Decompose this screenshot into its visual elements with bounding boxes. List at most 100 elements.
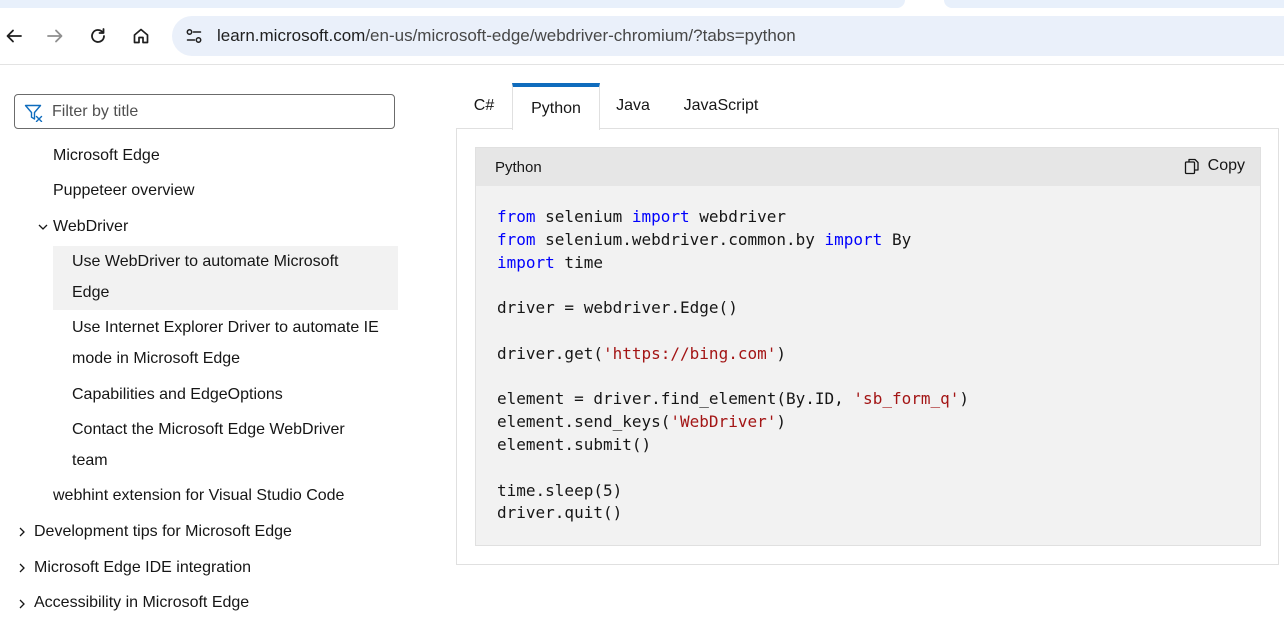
code-text: element.submit() [497, 434, 652, 454]
tab-javascript[interactable]: JavaScript [666, 83, 776, 129]
toc-item-accessibility[interactable]: Accessibility in Microsoft Edge [34, 587, 249, 618]
tab-python[interactable]: Python [512, 83, 600, 130]
code-text: selenium.webdriver.common.by [535, 229, 825, 249]
code-keyword: from [497, 207, 536, 226]
code-line: driver.get('https://bing.com') [497, 343, 969, 366]
toc-item-label: Accessibility in Microsoft Edge [34, 594, 250, 611]
toc-item-webdriver[interactable]: WebDriver [53, 211, 128, 242]
tab-label: Python [531, 99, 581, 117]
chevron-right-icon[interactable] [17, 562, 27, 574]
toc-item-webhint[interactable]: webhint extension for Visual Studio Code [53, 480, 344, 511]
code-line: from selenium.webdriver.common.by import… [497, 229, 969, 252]
home-icon [133, 28, 149, 44]
browser-tab-strip [0, 0, 1284, 8]
toc-item-development-tips[interactable]: Development tips for Microsoft Edge [34, 516, 292, 547]
code-text: driver.quit() [497, 503, 623, 523]
back-button[interactable] [0, 22, 28, 50]
chevron-right-icon[interactable] [17, 598, 27, 610]
forward-button[interactable] [41, 22, 69, 50]
code-text: ) [776, 343, 786, 363]
site-info-icon[interactable] [182, 24, 206, 48]
reload-icon [91, 28, 105, 43]
toc-item-label: Microsoft Edge IDE integration [34, 559, 251, 576]
toc-item-puppeteer-overview[interactable]: Puppeteer overview [53, 175, 194, 206]
code-text: driver.get( [497, 343, 603, 363]
url-host: learn.microsoft.com [217, 26, 366, 45]
filter-input[interactable] [52, 100, 382, 124]
code-block-header: Python Copy [476, 148, 1260, 186]
chevron-right-icon[interactable] [17, 526, 27, 538]
code-line: element.send_keys('WebDriver') [497, 411, 969, 434]
code-text: time.sleep(5) [497, 480, 623, 500]
reload-button[interactable] [84, 22, 112, 50]
toc-item-label: Capabilities and EdgeOptions [72, 386, 283, 403]
chevron-down-icon[interactable] [37, 222, 49, 232]
filter-icon [24, 104, 43, 122]
toc-item-label: WebDriver [53, 218, 129, 235]
code-keyword: from [497, 229, 536, 249]
toc-item-label-line2: mode in Microsoft Edge [72, 350, 241, 367]
toc-item-label: Microsoft Edge [53, 147, 160, 164]
browser-toolbar: learn.microsoft.com/en-us/microsoft-edge… [0, 8, 1284, 65]
address-bar[interactable]: learn.microsoft.com/en-us/microsoft-edge… [172, 16, 1284, 56]
arrow-left-icon [6, 29, 22, 43]
code-text: driver = webdriver.Edge() [497, 298, 738, 318]
url-text[interactable]: learn.microsoft.com/en-us/microsoft-edge… [217, 26, 796, 46]
code-line: import time [497, 252, 969, 275]
code-string: 'https://bing.com' [602, 343, 777, 363]
tab-label: C# [473, 97, 495, 114]
code-text: By [882, 229, 912, 249]
toc-item-label-line2: Edge [72, 284, 110, 301]
code-line: driver.quit() [497, 502, 969, 525]
code-keyword: import [497, 252, 555, 272]
code-content[interactable]: from selenium import webdriver from selen… [497, 206, 969, 525]
code-line: from selenium import webdriver [497, 206, 969, 229]
url-path: /en-us/microsoft-edge/webdriver-chromium… [365, 26, 796, 45]
toc-item-ide-integration[interactable]: Microsoft Edge IDE integration [34, 552, 251, 583]
toc-item-label: webhint extension for Visual Studio Code [53, 487, 345, 504]
code-string: 'sb_form_q' [853, 389, 960, 409]
copy-icon [1184, 158, 1199, 174]
browser-tab[interactable] [0, 0, 905, 8]
code-keyword: import [824, 229, 883, 249]
code-line: driver = webdriver.Edge() [497, 297, 969, 320]
home-button[interactable] [127, 22, 155, 50]
code-text: element.send_keys( [497, 412, 671, 432]
browser-tab[interactable] [944, 0, 1284, 8]
toc-item-ie-driver[interactable]: Use Internet Explorer Driver to automate… [72, 312, 379, 374]
tab-label: Java [616, 97, 650, 114]
toc-item-use-webdriver-active[interactable]: Use WebDriver to automate Microsoft Edge [53, 246, 398, 310]
code-line: element = driver.find_element(By.ID, 'sb… [497, 388, 969, 411]
tab-csharp[interactable]: C# [456, 83, 512, 129]
code-keyword: import [631, 207, 690, 226]
code-string: 'WebDriver' [670, 412, 777, 432]
code-line: time.sleep(5) [497, 480, 969, 503]
toc-item-capabilities[interactable]: Capabilities and EdgeOptions [72, 379, 283, 410]
copy-label: Copy [1207, 157, 1245, 174]
tab-java[interactable]: Java [600, 83, 666, 129]
copy-button[interactable]: Copy [1184, 157, 1245, 175]
toc-filter[interactable] [14, 94, 395, 129]
arrow-right-icon [47, 29, 63, 43]
tab-label: JavaScript [683, 97, 759, 114]
code-text: element = driver.find_element(By.ID, [497, 389, 854, 409]
toc-item-label-line2: team [72, 452, 108, 469]
code-line: element.submit() [497, 434, 969, 457]
toc-item-label: Puppeteer overview [53, 182, 195, 199]
toc-item-label-line1: Use Internet Explorer Driver to automate… [72, 319, 379, 336]
code-text: ) [776, 412, 786, 432]
code-text: ) [959, 389, 970, 409]
code-block: Python Copy from selenium import webdriv… [475, 147, 1261, 546]
toc-item-label-line1: Contact the Microsoft Edge WebDriver [72, 421, 345, 438]
toc-item-contact[interactable]: Contact the Microsoft Edge WebDriver tea… [72, 414, 345, 476]
code-language: Python [495, 159, 542, 176]
code-text: webdriver [689, 207, 786, 226]
toc-item-microsoft-edge[interactable]: Microsoft Edge [53, 140, 160, 171]
toc-item-label: Development tips for Microsoft Edge [34, 523, 292, 540]
toc-item-label-line1: Use WebDriver to automate Microsoft [72, 253, 339, 270]
code-text: time [554, 252, 603, 272]
